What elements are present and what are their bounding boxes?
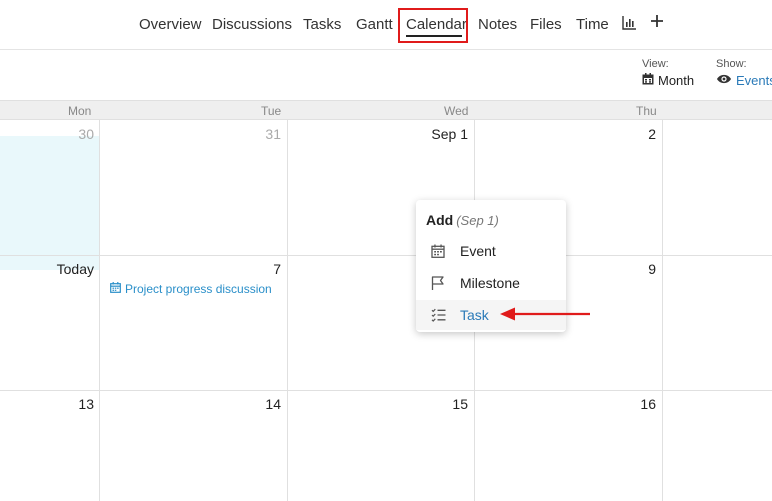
add-menu-heading: Add [426,212,454,228]
weekday-tue: Tue [261,104,282,118]
event-title: Project progress discussion [125,282,272,296]
tab-time[interactable]: Time [576,16,609,33]
add-milestone-label: Milestone [460,275,520,291]
day-cell-sep-7[interactable]: 7 [273,261,281,277]
add-event-label: Event [460,243,496,259]
day-cell-today[interactable]: Today [57,261,94,277]
day-cell-aug-31[interactable]: 31 [265,126,281,142]
calendar-icon [642,73,654,88]
checklist-icon [430,307,446,323]
tab-files[interactable]: Files [530,16,562,33]
nav-separator [0,49,772,50]
calendar-icon [430,243,446,259]
flag-icon [430,275,446,291]
day-cell-sep-2[interactable]: 2 [648,126,656,142]
tab-notes[interactable]: Notes [478,16,517,33]
grid-line [0,390,772,391]
grid-line [99,120,100,501]
tab-gantt[interactable]: Gantt [356,16,393,33]
view-selector[interactable]: Month [642,73,694,88]
weekday-wed: Wed [444,104,469,118]
day-cell-sep-9[interactable]: 9 [648,261,656,277]
day-cell-sep-15[interactable]: 15 [452,396,468,412]
show-selector[interactable]: Events [716,73,772,88]
show-label: Show: [716,58,747,70]
add-event-item[interactable]: Event [416,236,566,266]
add-milestone-item[interactable]: Milestone [416,268,566,298]
add-menu-title: Add (Sep 1) [426,212,499,228]
reports-chart-icon[interactable] [622,15,637,34]
tab-tasks[interactable]: Tasks [303,16,341,33]
view-value: Month [658,73,695,88]
month-grid [0,120,772,501]
pointer-arrow-icon [500,307,590,321]
event-calendar-icon [110,282,121,296]
add-menu-date: (Sep 1) [456,213,499,228]
add-task-label: Task [460,307,489,323]
day-cell-sep-1[interactable]: Sep 1 [431,126,468,142]
weekday-mon: Mon [68,104,92,118]
day-cell-sep-16[interactable]: 16 [640,396,656,412]
weekday-thu: Thu [636,104,657,118]
grid-line [0,255,772,256]
tab-overview[interactable]: Overview [139,16,202,33]
calendar-event[interactable]: Project progress discussion [110,282,272,296]
day-cell-sep-14[interactable]: 14 [265,396,281,412]
calendar-tab-highlight [398,8,468,43]
show-value: Events [736,73,772,88]
grid-line [287,120,288,501]
weekday-header: Mon Tue Wed Thu [0,100,772,120]
day-cell-sep-13[interactable]: 13 [78,396,94,412]
project-tabs: Overview Discussions Tasks Gantt Calenda… [0,0,772,48]
grid-line [662,120,663,501]
view-label: View: [642,58,669,70]
day-cell-aug-30[interactable]: 30 [78,126,94,142]
tab-discussions[interactable]: Discussions [212,16,292,33]
add-tab-icon[interactable] [650,14,664,32]
eye-icon [716,73,732,88]
